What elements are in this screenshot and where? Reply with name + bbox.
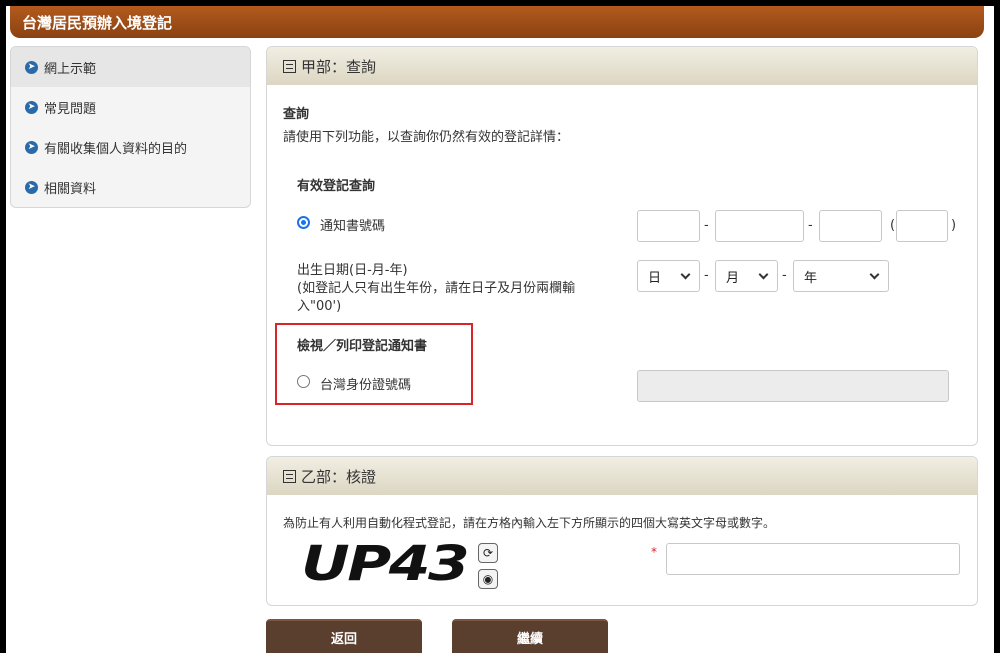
- part-b-title: 乙部：核證: [301, 467, 377, 486]
- document-icon: [283, 59, 296, 73]
- dash-separator: -: [808, 218, 813, 233]
- dob-year-value: 年: [804, 270, 818, 286]
- part-b-panel: 乙部：核證 為防止有人利用自動化程式登記，請在方格內輸入左下方所顯示的四個大寫英…: [266, 456, 978, 606]
- notice-number-part3-input[interactable]: [819, 210, 882, 242]
- dob-month-value: 月: [726, 270, 740, 286]
- captcha-image: UP43: [301, 536, 470, 592]
- sidebar-item-privacy[interactable]: ➤ 有關收集個人資料的目的: [11, 127, 250, 167]
- sidebar-item-label: 相關資料: [44, 181, 97, 197]
- sidebar-item-label: 有關收集個人資料的目的: [44, 141, 188, 157]
- dash-separator: -: [704, 218, 709, 233]
- notice-number-part1-input[interactable]: [637, 210, 700, 242]
- dob-day-value: 日: [648, 270, 662, 286]
- query-heading: 查詢: [283, 107, 310, 122]
- chevron-down-icon: [758, 269, 769, 279]
- dash-separator: -: [704, 268, 709, 283]
- sidebar-item-demo[interactable]: ➤ 網上示範: [11, 47, 250, 87]
- dob-label-line3: 入"00'): [297, 299, 342, 314]
- dob-year-select[interactable]: 年: [793, 260, 889, 292]
- captcha-input[interactable]: [666, 543, 960, 575]
- dob-label: 出生日期(日-月-年) (如登記人只有出生年份，請在日子及月份兩欄輸 入"00'…: [297, 262, 575, 316]
- dob-label-line1: 出生日期(日-月-年): [297, 263, 408, 278]
- notice-number-radio[interactable]: [297, 216, 310, 229]
- back-button[interactable]: 返回: [266, 619, 422, 653]
- chevron-down-icon: [869, 269, 880, 279]
- arrow-right-icon: ➤: [25, 60, 38, 74]
- sidebar-item-label: 常見問題: [44, 101, 97, 117]
- dash-separator: -: [782, 268, 787, 283]
- document-icon: [283, 469, 296, 483]
- part-a-title: 甲部：查詢: [301, 57, 377, 76]
- page: 台灣居民預辦入境登記 ➤ 網上示範 ➤ 常見問題 ➤ 有關收集個人資料的目的 ➤…: [6, 6, 994, 653]
- view-print-title: 檢視／列印登記通知書: [297, 339, 428, 354]
- paren-close: ): [951, 218, 957, 233]
- page-title: 台灣居民預辦入境登記: [22, 14, 173, 32]
- part-b-header: 乙部：核證: [267, 457, 977, 495]
- sidebar-item-label: 網上示範: [44, 61, 97, 77]
- taiwan-id-label: 台灣身份證號碼: [320, 378, 412, 393]
- arrow-right-icon: ➤: [25, 140, 38, 154]
- audio-icon: ◉: [482, 572, 494, 586]
- arrow-right-icon: ➤: [25, 180, 38, 194]
- sidebar: ➤ 網上示範 ➤ 常見問題 ➤ 有關收集個人資料的目的 ➤ 相關資料: [10, 46, 251, 208]
- chevron-down-icon: [680, 269, 691, 279]
- required-mark: *: [651, 545, 657, 559]
- query-description: 請使用下列功能，以查詢你仍然有效的登記詳情：: [283, 130, 570, 145]
- dob-label-line2: (如登記人只有出生年份，請在日子及月份兩欄輸: [297, 281, 576, 296]
- arrow-right-icon: ➤: [25, 100, 38, 114]
- sidebar-item-related[interactable]: ➤ 相關資料: [11, 167, 250, 207]
- notice-number-check-digit-input[interactable]: [896, 210, 948, 242]
- verification-description: 為防止有人利用自動化程式登記，請在方格內輸入左下方所顯示的四個大寫英文字母或數字…: [283, 516, 776, 530]
- valid-query-title: 有效登記查詢: [297, 179, 376, 194]
- paren-open: (: [890, 218, 896, 233]
- part-a-header: 甲部：查詢: [267, 47, 977, 85]
- refresh-icon: ⟳: [482, 546, 494, 560]
- captcha-refresh-button[interactable]: ⟳: [478, 543, 498, 563]
- notice-number-part2-input[interactable]: [715, 210, 804, 242]
- notice-number-label: 通知書號碼: [320, 219, 386, 234]
- captcha-audio-button[interactable]: ◉: [478, 569, 498, 589]
- page-header: 台灣居民預辦入境登記: [10, 6, 984, 38]
- taiwan-id-radio[interactable]: [297, 375, 310, 388]
- taiwan-id-input[interactable]: [637, 370, 949, 402]
- continue-button[interactable]: 繼續: [452, 619, 608, 653]
- dob-month-select[interactable]: 月: [715, 260, 778, 292]
- sidebar-item-faq[interactable]: ➤ 常見問題: [11, 87, 250, 127]
- dob-day-select[interactable]: 日: [637, 260, 700, 292]
- part-a-panel: 甲部：查詢 查詢 請使用下列功能，以查詢你仍然有效的登記詳情： 有效登記查詢 通…: [266, 46, 978, 446]
